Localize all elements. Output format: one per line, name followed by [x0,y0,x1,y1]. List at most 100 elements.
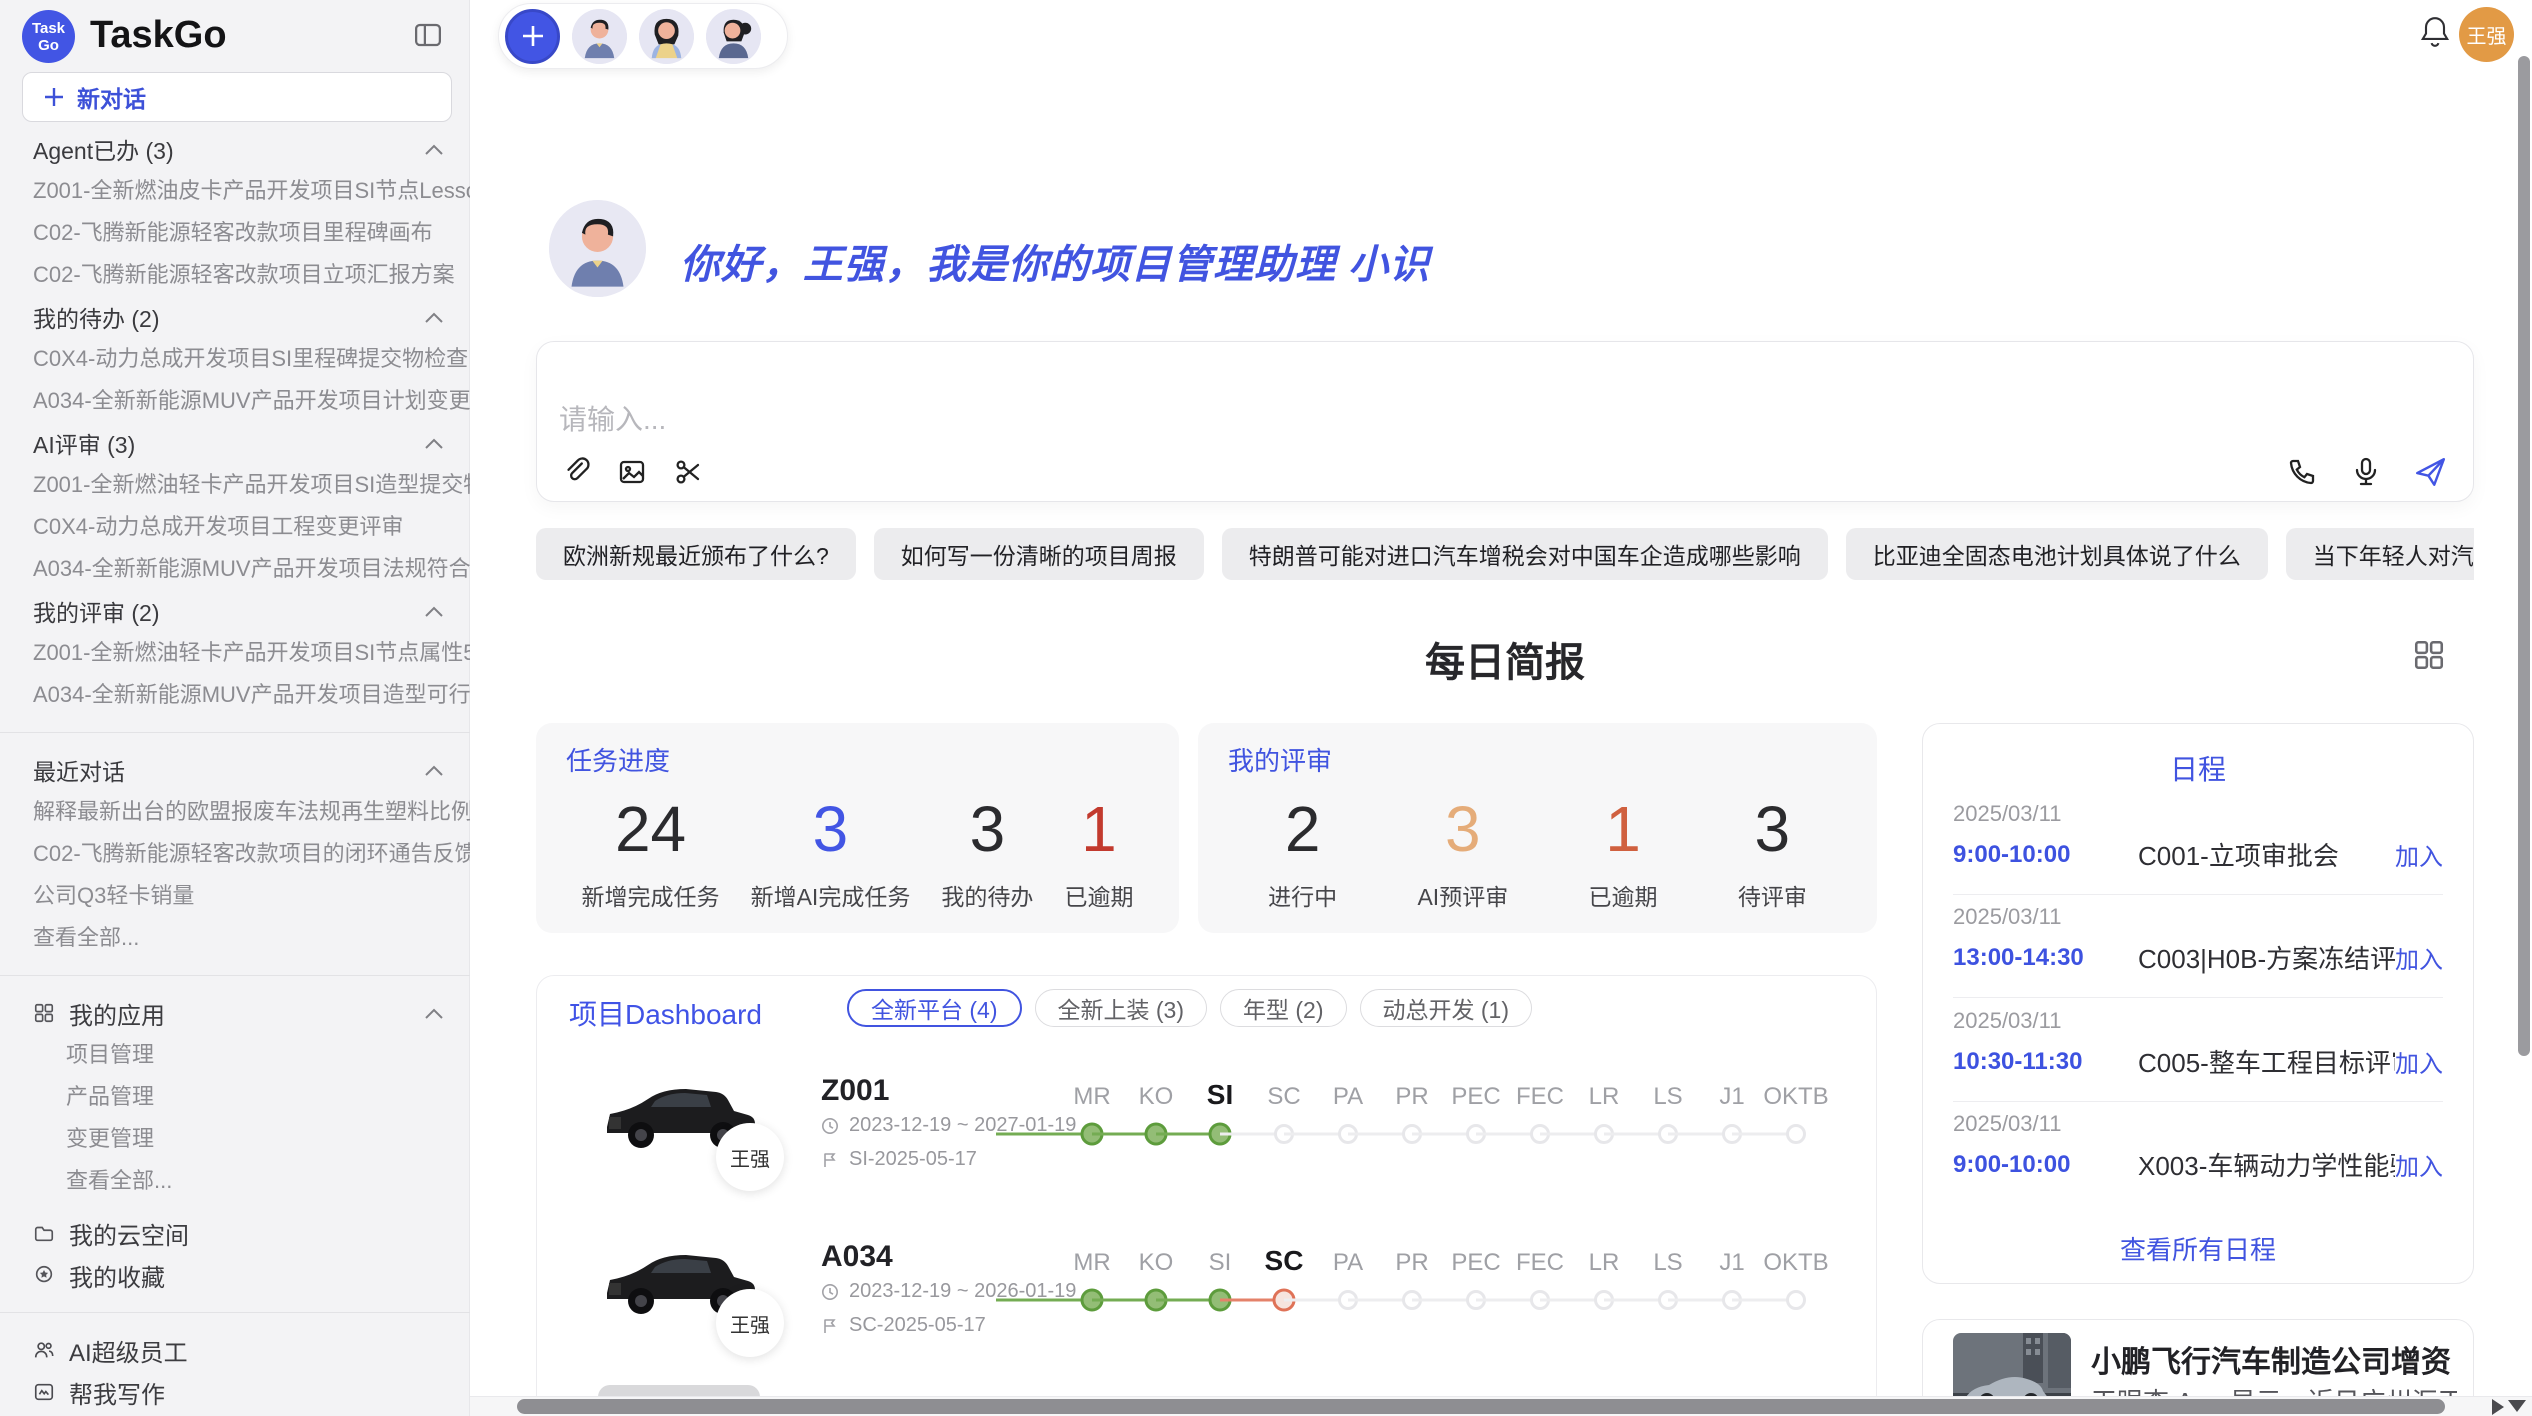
write-image-icon [33,1381,55,1403]
sidebar-item-label: 我的云空间 [69,1216,189,1251]
sidebar-divider [0,1312,470,1313]
divider [1953,997,2443,998]
milestone-label: SI [1209,1239,1232,1277]
milestone-label: LS [1653,1239,1682,1277]
tab-model-year[interactable]: 年型 (2) [1220,989,1347,1027]
assistant-avatar [549,200,646,297]
sidebar-item[interactable]: C02-飞腾新能源轻客改款项目里程碑画布 [0,212,470,254]
add-member-button[interactable] [505,9,560,64]
view-all-chats[interactable]: 查看全部... [0,917,470,959]
join-link[interactable]: 加入 [2395,1044,2443,1079]
mic-button[interactable] [2347,453,2385,491]
divider [1953,1101,2443,1102]
scroll-down-arrow[interactable] [2508,1400,2526,1412]
avatar[interactable] [706,9,761,64]
schedule-item[interactable]: 2025/03/11 9:00-10:00 C001-立项审批会 加入 [1953,801,2443,873]
people-icon [33,1339,55,1361]
join-link[interactable]: 加入 [2395,940,2443,975]
sidebar-item[interactable]: Z001-全新燃油皮卡产品开发项目SI节点Lesson Learn报告 [0,170,470,212]
project-name: A034 [821,1240,893,1274]
project-milestone: SC-2025-05-17 [821,1314,986,1337]
schedule-item[interactable]: 2025/03/11 9:00-10:00 X003-车辆动力学性能验... 加… [1953,1111,2443,1183]
view-all-apps[interactable]: 查看全部... [0,1160,470,1202]
attach-file-button[interactable] [557,453,595,491]
screenshot-button[interactable] [669,453,707,491]
sidebar-item[interactable]: A034-全新新能源MUV产品开发项目计划变更表编写 [0,380,470,422]
suggestion-chip[interactable]: 比亚迪全固态电池计划具体说了什么 [1846,528,2268,580]
sidebar-section-my-todo[interactable]: 我的待办 (2) [0,296,470,338]
tab-new-platform[interactable]: 全新平台 (4) [847,989,1022,1027]
tab-powertrain[interactable]: 动总开发 (1) [1360,989,1533,1027]
milestone-phase: MR [1060,1073,1124,1157]
milestone-track: MRKOSISCPAPRPECFECLRLSJ1OKTB [1060,1073,1828,1157]
avatar[interactable] [572,9,627,64]
sidebar-item[interactable]: C02-飞腾新能源轻客改款项目的闭环通告反馈情况 [0,833,470,875]
schedule-item[interactable]: 2025/03/11 10:30-11:30 C005-整车工程目标评审 加入 [1953,1008,2443,1080]
notifications-button[interactable] [2418,14,2452,50]
sidebar-app-project-mgmt[interactable]: 项目管理 [0,1034,470,1076]
view-all-schedule-link[interactable]: 查看所有日程 [1923,1230,2473,1267]
user-avatar[interactable]: 王强 [2459,7,2514,62]
stat: 3AI预评审 [1417,796,1508,912]
sidebar-section-my-apps[interactable]: 我的应用 [0,992,470,1034]
project-milestone: SI-2025-05-17 [821,1148,977,1171]
sidebar-collapse-button[interactable] [413,20,443,50]
chevron-up-icon [424,605,444,618]
sidebar-tool-ai-super-staff[interactable]: AI超级员工 [0,1329,470,1371]
section-label: 我的应用 [69,996,165,1031]
sidebar-item[interactable]: A034-全新新能源MUV产品开发项目造型可行性评审 [0,674,470,716]
stat-label: 进行中 [1268,878,1337,912]
schedule-time: 9:00-10:00 [1953,1151,2138,1179]
chevron-up-icon [424,437,444,450]
join-link[interactable]: 加入 [2395,1147,2443,1182]
sidebar-section-recent-chats[interactable]: 最近对话 [0,749,470,791]
stat-value: 3 [1445,796,1481,862]
sidebar-item[interactable]: C0X4-动力总成开发项目工程变更评审 [0,506,470,548]
send-button[interactable] [2411,453,2449,491]
avatar[interactable] [639,9,694,64]
milestone-phase: FEC [1508,1073,1572,1157]
suggestion-chip[interactable]: 欧洲新规最近颁布了什么? [536,528,856,580]
milestone-label: J1 [1719,1073,1744,1111]
stat: 1已逾期 [1589,796,1658,912]
new-chat-button[interactable]: 新对话 [22,72,452,122]
app-title: TaskGo [90,14,227,57]
sidebar-item-favorites[interactable]: 我的收藏 [0,1254,470,1296]
schedule-item[interactable]: 2025/03/11 13:00-14:30 C003|H0B-方案冻结评审 加… [1953,904,2443,976]
suggestion-chip[interactable]: 如何写一份清晰的项目周报 [874,528,1204,580]
sidebar-item[interactable]: Z001-全新燃油轻卡产品开发项目SI节点属性5D文件评审 [0,632,470,674]
sidebar-section-ai-review[interactable]: AI评审 (3) [0,422,470,464]
sidebar-item[interactable]: Z001-全新燃油轻卡产品开发项目SI造型提交物评审 [0,464,470,506]
suggestion-chip[interactable]: 特朗普可能对进口汽车增税会对中国车企造成哪些影响 [1222,528,1828,580]
scroll-right-arrow[interactable] [2492,1399,2504,1415]
sidebar-item[interactable]: A034-全新新能源MUV产品开发项目法规符合性评审 [0,548,470,590]
vertical-scrollbar-thumb[interactable] [2518,56,2530,1056]
milestone-label: MR [1073,1239,1110,1277]
sidebar-item-cloud-space[interactable]: 我的云空间 [0,1212,470,1254]
sidebar-item[interactable]: 公司Q3轻卡销量 [0,875,470,917]
milestone-phase: SC [1252,1239,1316,1323]
voice-call-button[interactable] [2283,453,2321,491]
sidebar-item[interactable]: 解释最新出台的欧盟报废车法规再生塑料比例被调至15%... [0,791,470,833]
insert-image-button[interactable] [613,453,651,491]
milestone-phase: PEC [1444,1239,1508,1323]
schedule-date: 2025/03/11 [1953,1111,2443,1137]
horizontal-scrollbar-thumb[interactable] [517,1399,2445,1414]
grid-view-icon[interactable] [2412,638,2446,672]
sidebar-app-product-mgmt[interactable]: 产品管理 [0,1076,470,1118]
suggestion-chip[interactable]: 当下年轻人对汽车外观有怎样的喜好趋势 [2286,528,2474,580]
sidebar-item[interactable]: C02-飞腾新能源轻客改款项目立项汇报方案 [0,254,470,296]
sidebar-app-change-mgmt[interactable]: 变更管理 [0,1118,470,1160]
flag-icon [821,1151,839,1169]
chat-composer[interactable]: 请输入... [536,341,2474,502]
sidebar-tool-help-me-write[interactable]: 帮我写作 [0,1371,470,1413]
tab-new-body[interactable]: 全新上装 (3) [1035,989,1208,1027]
sidebar-item[interactable]: C0X4-动力总成开发项目SI里程碑提交物检查 [0,338,470,380]
milestone-label: PEC [1451,1073,1500,1111]
project-avatars-bar [498,3,788,69]
join-link[interactable]: 加入 [2395,837,2443,872]
sidebar-section-my-review[interactable]: 我的评审 (2) [0,590,470,632]
stat-row: 2进行中 3AI预评审 1已逾期 3待评审 [1228,796,1847,912]
stat-label: 已逾期 [1064,878,1133,912]
sidebar-section-agent-done[interactable]: Agent已办 (3) [0,128,470,170]
